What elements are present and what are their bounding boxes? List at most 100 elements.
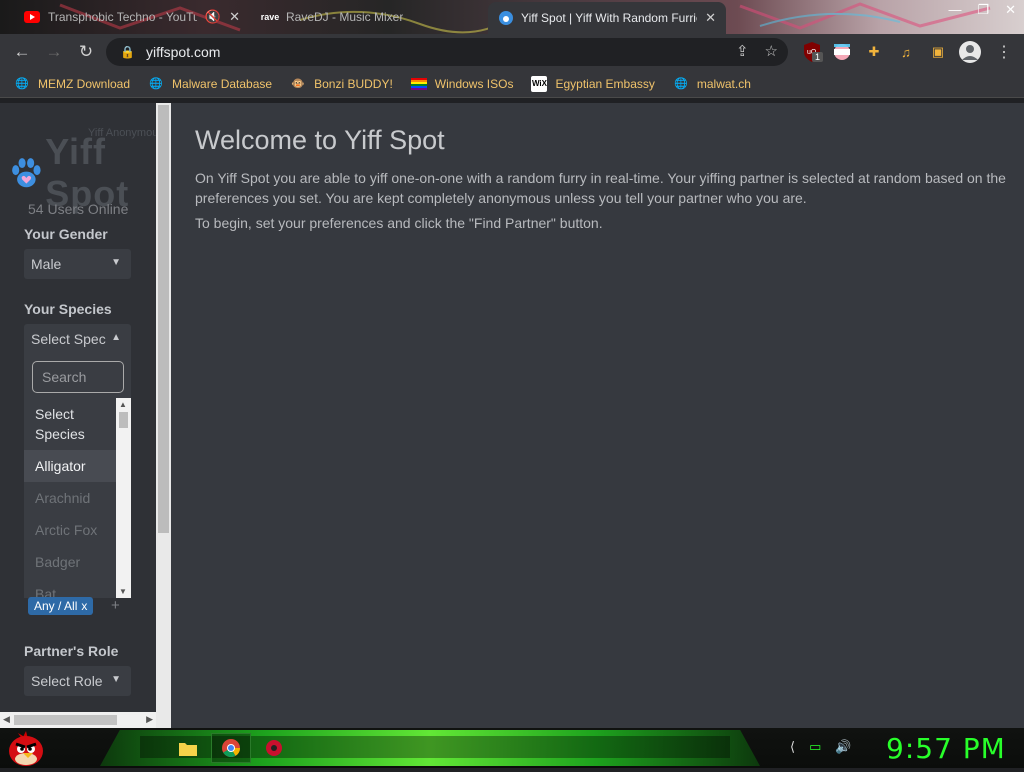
ravedj-icon: rave (260, 12, 280, 22)
globe-icon: 🌐 (15, 78, 29, 90)
bookmark-malware-database[interactable]: 🌐 Malware Database (148, 76, 272, 92)
menu-kebab-icon[interactable]: ⋮ (994, 40, 1014, 64)
back-icon[interactable]: ← (6, 36, 38, 68)
browser-toolbar: ← → ↻ 🔒 yiffspot.com ⇪ ☆ uO 1 ✚ ♫ ▣ ⋮ (0, 34, 1024, 70)
window-controls: — ❐ ✕ (948, 2, 1016, 18)
tab-yiffspot[interactable]: Yiff Spot | Yiff With Random Furries ✕ (488, 2, 726, 34)
trans-flag-extension-icon[interactable] (832, 40, 852, 64)
reload-icon[interactable]: ↻ (70, 36, 102, 68)
species-search-input[interactable]: Search (32, 361, 124, 393)
close-window-icon[interactable]: ✕ (1005, 2, 1016, 18)
chip-label: Any / All (34, 599, 78, 613)
share-icon[interactable]: ⇪ (736, 42, 749, 60)
ravedj-taskbar-button[interactable] (254, 733, 294, 763)
species-options-list: Select Species Alligator Arachnid Arctic… (24, 398, 116, 598)
volume-icon[interactable]: 🔊 (835, 739, 851, 755)
side-panel-icon[interactable]: ▣ (928, 40, 948, 64)
chip-remove-icon[interactable]: x (81, 599, 87, 613)
url-text[interactable]: yiffspot.com (146, 44, 220, 60)
bookmark-label: Egyptian Embassy (555, 76, 655, 91)
ravedj-app-icon (266, 740, 282, 756)
gender-value: Male (31, 256, 62, 272)
tab-ravedj[interactable]: rave RaveDJ - Music Mixer (252, 2, 482, 32)
bookmark-windows-isos[interactable]: Windows ISOs (410, 76, 514, 92)
tab-title: Transphobic Techno - YouTube (48, 10, 197, 24)
address-bar[interactable]: 🔒 yiffspot.com ⇪ ☆ (106, 38, 788, 66)
start-button[interactable] (6, 729, 46, 767)
scroll-thumb[interactable] (14, 715, 117, 725)
bookmark-egyptian-embassy[interactable]: WiX Egyptian Embassy (531, 75, 655, 92)
close-icon[interactable]: ✕ (229, 9, 240, 25)
minimize-icon[interactable]: — (948, 2, 961, 18)
tab-youtube[interactable]: Transphobic Techno - YouTube 🔇 ✕ (14, 2, 250, 32)
sidebar-vertical-scrollbar[interactable] (156, 103, 171, 728)
globe-icon: 🌐 (149, 78, 163, 90)
species-dropdown: Search Select Species Alligator Arachnid… (24, 348, 131, 598)
system-tray: ⟨ ▭ 🔊 (790, 739, 852, 755)
logo-tagline: Yiff Anonymous (88, 127, 156, 139)
intro-paragraph: On Yiff Spot you are able to yiff one-on… (195, 170, 1006, 206)
folder-icon (179, 743, 197, 756)
partner-role-select[interactable]: Select Role ▼ (24, 666, 131, 696)
ublock-icon[interactable]: uO 1 (802, 40, 824, 64)
angry-bird-icon (9, 731, 43, 766)
restore-icon[interactable]: ❐ (977, 2, 989, 18)
instructions-paragraph: To begin, set your preferences and click… (195, 215, 603, 231)
add-species-icon[interactable]: + (111, 597, 120, 614)
bookmark-memz[interactable]: 🌐 MEMZ Download (14, 76, 130, 92)
chevron-down-icon: ▼ (111, 674, 121, 685)
scroll-thumb[interactable] (119, 412, 128, 428)
species-option[interactable]: Select Species (24, 398, 116, 450)
bookmark-label: Bonzi BUDDY! (314, 76, 393, 91)
rainbow-flag-icon (410, 76, 427, 92)
partner-species-chip[interactable]: Any / All x (28, 597, 94, 615)
network-icon[interactable]: ▭ (809, 739, 821, 755)
scroll-down-icon[interactable]: ▼ (119, 587, 127, 596)
lock-icon[interactable]: 🔒 (120, 45, 138, 59)
bookmark-label: Malware Database (172, 76, 273, 91)
tab-strip: Transphobic Techno - YouTube 🔇 ✕ rave Ra… (0, 0, 1024, 34)
profile-avatar-icon[interactable] (958, 40, 982, 64)
scroll-left-icon[interactable]: ◀ (3, 714, 10, 725)
species-option[interactable]: Arctic Fox (24, 514, 116, 546)
mute-icon[interactable]: 🔇 (205, 9, 221, 25)
paw-icon (12, 158, 41, 188)
chrome-taskbar-button[interactable] (211, 733, 251, 763)
species-option[interactable]: Alligator (24, 450, 116, 482)
bonzi-icon: 🐵 (291, 78, 305, 90)
youtube-icon (24, 9, 40, 25)
taskbar-clock[interactable]: 9:57 PM (886, 732, 1006, 765)
bookmark-label: Windows ISOs (434, 76, 514, 91)
media-control-icon[interactable]: ♫ (896, 40, 916, 64)
gender-select[interactable]: Male ▼ (24, 249, 131, 279)
forward-icon[interactable]: → (38, 36, 70, 68)
sidebar-horizontal-scrollbar[interactable]: ◀ ▶ (0, 712, 156, 728)
species-option[interactable]: Arachnid (24, 482, 116, 514)
species-option[interactable]: Badger (24, 546, 116, 578)
chevron-down-icon: ▼ (111, 257, 121, 268)
species-label: Your Species (24, 301, 112, 317)
bookmark-label: malwat.ch (696, 76, 751, 91)
bookmark-malwatch[interactable]: 🌐 malwat.ch (673, 76, 751, 92)
page-viewport: Yiff Spot Yiff Anonymous 54 Users Online… (0, 103, 1024, 728)
role-value: Select Role (31, 673, 103, 689)
tab-title: Yiff Spot | Yiff With Random Furries (521, 11, 698, 25)
scroll-up-icon[interactable]: ▲ (119, 400, 127, 409)
chrome-icon (222, 739, 240, 757)
page-title: Welcome to Yiff Spot (195, 125, 445, 155)
extensions-puzzle-icon[interactable]: ✚ (864, 40, 884, 64)
close-icon[interactable]: ✕ (705, 10, 716, 26)
show-hidden-icons-icon[interactable]: ⟨ (790, 739, 795, 755)
welcome-content: Welcome to Yiff Spot On Yiff Spot you ar… (195, 125, 1015, 238)
species-option[interactable]: Bat (24, 578, 116, 598)
bookmark-star-icon[interactable]: ☆ (765, 42, 778, 60)
file-explorer-button[interactable] (168, 733, 208, 763)
chevron-up-icon: ▲ (111, 332, 121, 343)
bookmarks-bar: 🌐 MEMZ Download 🌐 Malware Database 🐵 Bon… (0, 70, 1024, 98)
ublock-badge: 1 (812, 52, 824, 62)
scroll-thumb[interactable] (158, 105, 169, 533)
dropdown-scrollbar[interactable]: ▲ ▼ (116, 398, 131, 598)
bookmark-bonzi[interactable]: 🐵 Bonzi BUDDY! (290, 76, 393, 92)
partner-role-label: Partner's Role (24, 643, 119, 659)
scroll-right-icon[interactable]: ▶ (146, 714, 153, 725)
